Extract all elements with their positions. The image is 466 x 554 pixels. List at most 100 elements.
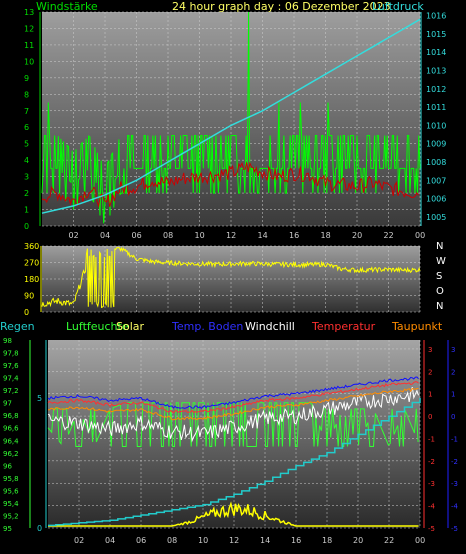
- boden-tick-label: -4: [451, 503, 459, 511]
- temperatur-tick-label: 0: [428, 413, 432, 421]
- boden-tick-label: -2: [451, 458, 458, 466]
- legend-taupunkt: Taupunkt: [391, 320, 443, 333]
- humidity-x-tick-label: 12: [229, 536, 239, 545]
- temperatur-tick-label: 1: [428, 391, 432, 399]
- pressure-tick-label: 1010: [426, 121, 446, 130]
- humidity-tick-label: 96,8: [3, 412, 19, 420]
- direction-tick-label: 180: [24, 275, 39, 284]
- wind-y-tick-label: 1: [24, 206, 29, 215]
- pressure-tick-label: 1006: [426, 195, 446, 204]
- humidity-tick-label: 95,8: [3, 475, 19, 483]
- humidity-x-tick-label: 02: [74, 536, 84, 545]
- pressure-tick-label: 1015: [426, 30, 446, 39]
- wind-y-tick-label: 13: [24, 8, 34, 17]
- direction-tick-label: 270: [24, 259, 39, 268]
- boden-tick-label: 0: [451, 413, 455, 421]
- wind-x-tick-label: 22: [384, 231, 394, 240]
- wind-y-tick-label: 12: [24, 24, 34, 33]
- wind-x-tick-label: 20: [352, 231, 362, 240]
- wind-y-tick-label: 10: [24, 57, 34, 66]
- pressure-tick-label: 1007: [426, 176, 446, 185]
- humidity-tick-label: 96: [3, 462, 12, 470]
- legend-windchill: Windchill: [245, 320, 295, 333]
- humidity-x-tick-label: 22: [384, 536, 394, 545]
- legend-solar: Solar: [116, 320, 145, 333]
- humidity-x-tick-label: 10: [198, 536, 208, 545]
- humidity-x-tick-label: 14: [260, 536, 270, 545]
- humidity-tick-label: 97,4: [3, 375, 19, 383]
- wind-y-tick-label: 7: [24, 107, 29, 116]
- humidity-x-tick-label: 16: [291, 536, 301, 545]
- wind-x-tick-label: 02: [69, 231, 79, 240]
- weather-chart: 02 04 06 08 10 12 14 16 18 20 22 000123456789101112…: [0, 0, 459, 545]
- temperatur-tick-label: -4: [428, 503, 436, 511]
- wind-x-tick-label: 14: [258, 231, 268, 240]
- wind-axis-title: Windstärke: [36, 0, 98, 13]
- temperatur-tick-label: -2: [428, 458, 435, 466]
- boden-tick-label: 1: [451, 391, 455, 399]
- compass-label: W: [436, 256, 446, 267]
- humidity-tick-label: 95: [3, 525, 12, 533]
- wind-x-tick-label: 06: [132, 231, 142, 240]
- legend-temp-boden: Temp. Boden: [171, 320, 243, 333]
- humidity-tick-label: 98: [3, 337, 12, 345]
- humidity-x-tick-label: 06: [136, 536, 146, 545]
- wind-x-tick-label: 12: [226, 231, 236, 240]
- direction-tick-label: 0: [24, 308, 29, 317]
- wind-y-tick-label: 8: [24, 90, 29, 99]
- compass-label: S: [436, 271, 442, 282]
- wind-x-tick-label: 16: [289, 231, 299, 240]
- legend-temperatur: Temperatur: [311, 320, 376, 333]
- wind-y-tick-label: 6: [24, 123, 29, 132]
- temperatur-tick-label: -3: [428, 480, 435, 488]
- humidity-tick-label: 96,6: [3, 425, 19, 433]
- pressure-tick-label: 1009: [426, 140, 446, 149]
- humidity-tick-label: 97,8: [3, 350, 19, 358]
- direction-tick-label: 90: [24, 292, 34, 301]
- rain-tick-label: 0: [37, 524, 42, 533]
- temperatur-tick-label: 2: [428, 368, 432, 376]
- compass-label: O: [436, 286, 444, 297]
- wind-y-tick-label: 5: [24, 140, 29, 149]
- temperatur-tick-label: -5: [428, 525, 435, 533]
- humidity-x-tick-label: 08: [167, 536, 177, 545]
- wind-y-tick-label: 9: [24, 74, 29, 83]
- boden-tick-label: -3: [451, 480, 458, 488]
- humidity-x-tick-label: 20: [353, 536, 363, 545]
- legend-regen: Regen: [0, 320, 35, 333]
- pressure-tick-label: 1013: [426, 67, 446, 76]
- humidity-tick-label: 95,2: [3, 512, 19, 520]
- wind-y-tick-label: 11: [24, 41, 34, 50]
- humidity-x-tick-label: 00: [415, 536, 425, 545]
- humidity-x-tick-label: 04: [105, 536, 115, 545]
- wind-x-tick-label: 10: [195, 231, 205, 240]
- pressure-tick-label: 1012: [426, 85, 446, 94]
- boden-tick-label: -5: [451, 525, 458, 533]
- boden-tick-label: -1: [451, 435, 458, 443]
- wind-y-tick-label: 3: [24, 173, 29, 182]
- pressure-tick-label: 1014: [426, 48, 446, 57]
- humidity-tick-label: 97: [3, 400, 12, 408]
- humidity-tick-label: 97,6: [3, 362, 19, 370]
- humidity-x-tick-label: 18: [322, 536, 332, 545]
- humidity-tick-label: 95,4: [3, 500, 19, 508]
- pressure-tick-label: 1011: [426, 103, 446, 112]
- wind-y-tick-label: 4: [24, 156, 29, 165]
- pressure-tick-label: 1008: [426, 158, 446, 167]
- boden-tick-label: 2: [451, 368, 455, 376]
- humidity-tick-label: 96,4: [3, 437, 19, 445]
- wind-x-tick-label: 18: [321, 231, 331, 240]
- rain-tick-label: 5: [37, 394, 42, 403]
- boden-tick-label: 3: [451, 346, 455, 354]
- wind-x-tick-label: 00: [415, 231, 425, 240]
- humidity-tick-label: 96,2: [3, 450, 19, 458]
- pressure-tick-label: 1005: [426, 213, 446, 222]
- humidity-tick-label: 97,2: [3, 387, 19, 395]
- pressure-axis-title: Luftdruck: [372, 0, 424, 13]
- chart-title: 24 hour graph day : 06 Dezember 2023: [172, 0, 391, 13]
- temperatur-tick-label: -1: [428, 435, 435, 443]
- humidity-tick-label: 95,6: [3, 487, 19, 495]
- direction-tick-label: 360: [24, 242, 39, 251]
- wind-y-tick-label: 0: [24, 222, 29, 231]
- wind-y-tick-label: 2: [24, 189, 29, 198]
